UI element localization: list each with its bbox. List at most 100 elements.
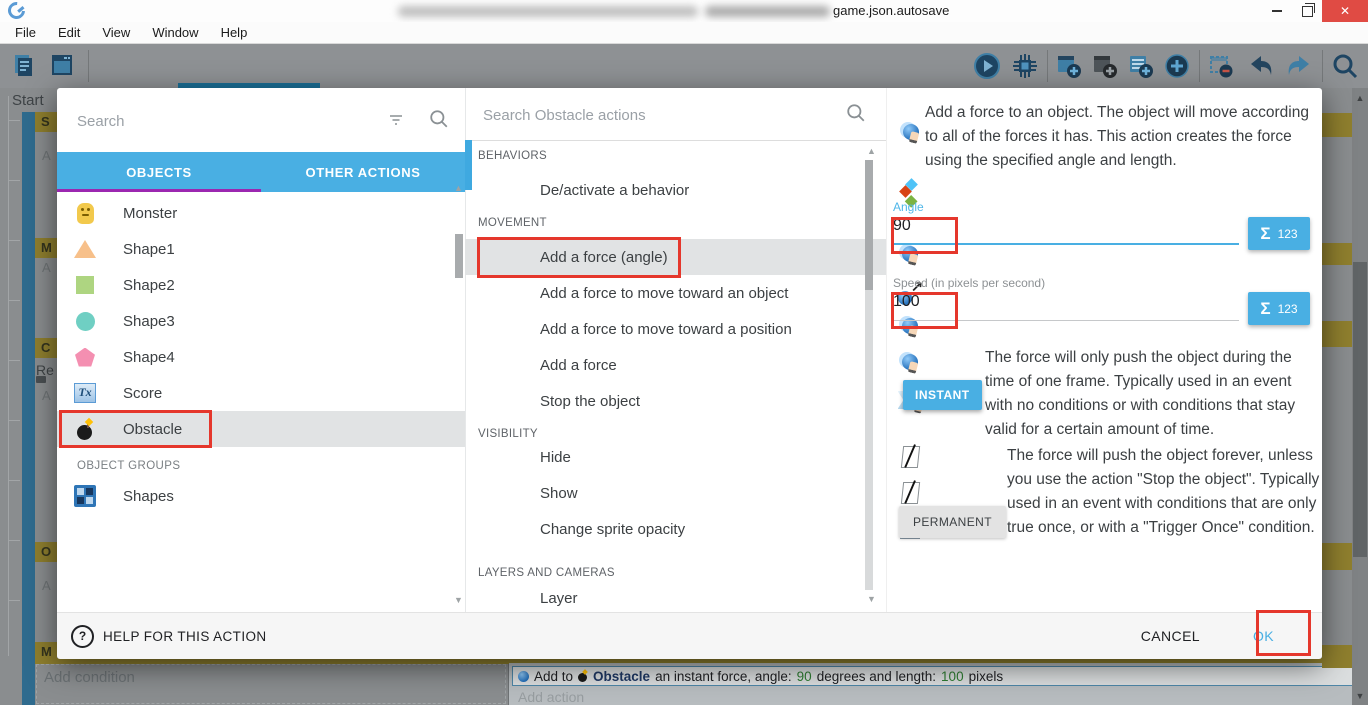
action-row-force-toward-position[interactable]: Add a force to move toward a position	[465, 311, 886, 347]
action-label: Change sprite opacity	[540, 521, 685, 538]
add-object-icon[interactable]	[1054, 51, 1084, 81]
action-row-stop-object[interactable]: Stop the object	[465, 383, 886, 419]
action-row-force-toward-object[interactable]: Add a force to move toward an object	[465, 275, 886, 311]
angle-expression-button[interactable]: Σ 123	[1248, 217, 1310, 250]
object-row-shape4[interactable]: Shape4	[57, 339, 465, 375]
event-header: O	[35, 542, 57, 562]
help-link[interactable]: HELP FOR THIS ACTION	[103, 629, 267, 644]
section-layers-cameras: LAYERS AND CAMERAS	[478, 567, 615, 579]
undo-icon[interactable]	[1247, 51, 1277, 81]
action-label: Hide	[540, 449, 571, 466]
object-row-shape2[interactable]: Shape2	[57, 267, 465, 303]
scroll-up-icon[interactable]: ▲	[867, 146, 876, 156]
angle-input[interactable]	[893, 215, 1223, 237]
toolbar-separator	[1047, 50, 1048, 82]
menu-file[interactable]: File	[4, 22, 47, 43]
event-header	[1322, 321, 1352, 347]
add-condition-link[interactable]: Add condition	[44, 669, 135, 686]
angle-field	[893, 215, 1239, 245]
search-toolbar-icon[interactable]	[1330, 51, 1360, 81]
object-row-score[interactable]: Score	[57, 375, 465, 411]
group-row-shapes[interactable]: Shapes	[57, 478, 465, 514]
action-row-add-force-angle[interactable]: Add a force (angle)	[465, 239, 886, 275]
cancel-button[interactable]: CANCEL	[1127, 620, 1214, 652]
permanent-button[interactable]: PERMANENT	[899, 506, 1006, 538]
add-action-link[interactable]: Add action	[518, 689, 584, 705]
speed-input[interactable]	[893, 291, 1223, 313]
redo-icon[interactable]	[1283, 51, 1313, 81]
menu-help[interactable]: Help	[210, 22, 259, 43]
speed-field-label: Speed (in pixels per second)	[893, 276, 1045, 290]
panel-divider	[886, 88, 887, 612]
object-label: Monster	[123, 205, 177, 222]
add-circle-icon[interactable]	[1162, 51, 1192, 81]
tab-other-actions[interactable]: OTHER ACTIONS	[261, 152, 465, 192]
objects-scrollbar-thumb[interactable]	[455, 234, 463, 278]
title-bar: game.json.autosave ✕	[0, 0, 1368, 23]
force-icon	[898, 352, 923, 378]
object-search-input[interactable]	[75, 106, 379, 136]
tab-objects[interactable]: OBJECTS	[57, 152, 261, 192]
object-row-shape1[interactable]: Shape1	[57, 231, 465, 267]
event-indent-bar	[22, 112, 35, 705]
show-icon	[900, 482, 919, 504]
selected-action-row[interactable]: Add to Obstacle an instant force, angle:…	[512, 666, 1354, 686]
add-event-icon[interactable]	[1126, 51, 1156, 81]
instant-button[interactable]: INSTANT	[903, 380, 982, 410]
restore-button[interactable]	[1292, 0, 1322, 22]
blurred-title-region	[705, 6, 830, 17]
section-movement: MOVEMENT	[478, 217, 547, 229]
action-row-add-force[interactable]: Add a force	[465, 347, 886, 383]
object-row-obstacle[interactable]: Obstacle	[57, 411, 465, 447]
event-fragment: A	[42, 388, 51, 403]
close-button[interactable]: ✕	[1322, 0, 1368, 22]
force-icon	[898, 244, 923, 270]
action-row-deactivate-behavior[interactable]: De/activate a behavior	[465, 172, 886, 208]
speed-expression-button[interactable]: Σ 123	[1248, 292, 1310, 325]
event-mini-icon	[36, 376, 46, 383]
menu-view[interactable]: View	[91, 22, 141, 43]
scroll-down-icon[interactable]: ▼	[867, 594, 876, 604]
scroll-up-icon[interactable]: ▲	[454, 183, 463, 193]
scroll-up-icon[interactable]: ▲	[1352, 93, 1368, 103]
action-row-change-opacity[interactable]: Change sprite opacity	[465, 511, 886, 547]
scroll-down-icon[interactable]: ▼	[1352, 691, 1368, 701]
action-search-input[interactable]	[481, 100, 785, 130]
action-label: Layer	[540, 590, 578, 607]
debug-button-icon[interactable]	[1010, 51, 1040, 81]
filter-icon[interactable]	[387, 112, 405, 128]
action-text: pixels	[969, 669, 1004, 684]
event-tree-stub	[8, 240, 20, 241]
add-group-icon[interactable]	[1090, 51, 1120, 81]
events-scrollbar-thumb[interactable]	[1353, 262, 1367, 557]
force-mini-icon	[518, 671, 529, 682]
ok-button[interactable]: OK	[1239, 620, 1288, 652]
event-fragment: A	[42, 578, 51, 593]
action-row-show[interactable]: Show	[465, 475, 886, 511]
object-row-shape3[interactable]: Shape3	[57, 303, 465, 339]
menu-edit[interactable]: Edit	[47, 22, 91, 43]
scroll-down-icon[interactable]: ▼	[454, 595, 463, 605]
numbers-label: 123	[1278, 302, 1298, 316]
instant-description: The force will only push the object duri…	[985, 346, 1311, 442]
bomb-icon	[76, 418, 94, 440]
object-label: Shape1	[123, 241, 175, 258]
speed-field	[893, 291, 1239, 321]
minimize-button[interactable]	[1262, 0, 1292, 22]
event-tree-stub	[8, 300, 20, 301]
action-row-hide[interactable]: Hide	[465, 439, 886, 475]
actions-column: Add to Obstacle an instant force, angle:…	[509, 663, 1352, 705]
scene-editor-icon[interactable]	[48, 51, 78, 81]
deselect-icon[interactable]	[1206, 51, 1236, 81]
project-manager-icon[interactable]	[10, 51, 40, 81]
menu-window[interactable]: Window	[141, 22, 209, 43]
object-row-monster[interactable]: Monster	[57, 195, 465, 231]
event-fragment: A	[42, 148, 51, 163]
action-row-layer[interactable]: Layer	[465, 585, 886, 612]
play-button-icon[interactable]	[972, 51, 1002, 81]
menu-bar: File Edit View Window Help	[0, 22, 1368, 44]
search-icon	[846, 103, 866, 123]
object-label: Shape3	[123, 313, 175, 330]
actions-scrollbar-thumb[interactable]	[865, 160, 873, 290]
action-label: Show	[540, 485, 578, 502]
